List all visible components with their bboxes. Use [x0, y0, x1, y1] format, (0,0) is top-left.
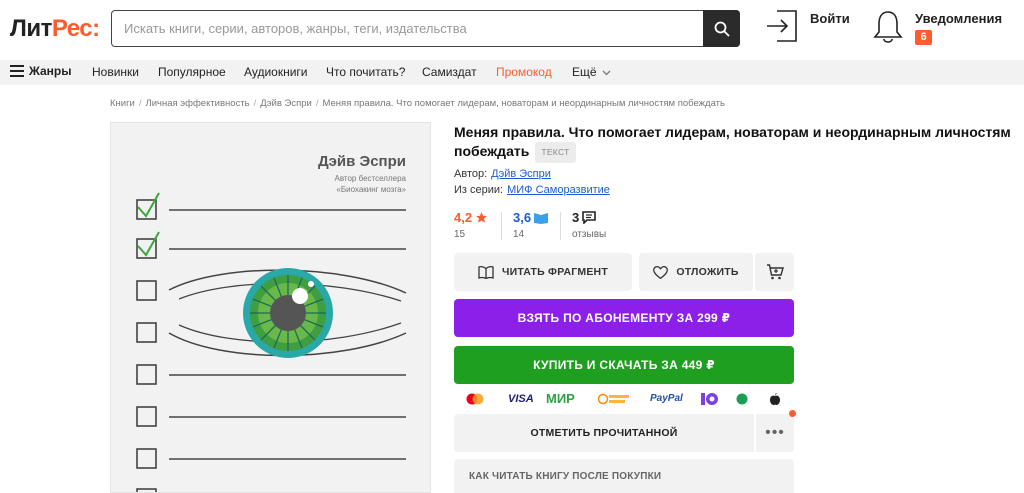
- breadcrumb-separator: /: [315, 98, 319, 109]
- breadcrumb-separator: /: [253, 98, 257, 109]
- heart-icon: [653, 265, 669, 279]
- notification-dot: [789, 410, 796, 417]
- add-to-cart-button[interactable]: [755, 253, 794, 291]
- buy-button[interactable]: КУПИТЬ И СКАЧАТЬ ЗА 449 ₽: [454, 346, 794, 384]
- read-fragment-label: ЧИТАТЬ ФРАГМЕНТ: [502, 266, 608, 278]
- nav-item-popular[interactable]: Популярное: [158, 65, 226, 79]
- breadcrumb-current: Меняя правила. Что помогает лидерам, нов…: [322, 98, 725, 109]
- notifications-label: Уведомления: [915, 11, 1003, 26]
- series-line: Из серии: МИФ Саморазвитие: [454, 184, 610, 196]
- nav-more-label: Ещё: [572, 65, 597, 79]
- nav-item-promocode[interactable]: Промокод: [496, 65, 552, 79]
- book-cover[interactable]: Дэйв Эспри Автор бестселлера «Биохакинг …: [110, 122, 431, 493]
- search-box: [111, 10, 740, 47]
- logo-text-part2: Рес:: [51, 15, 100, 42]
- reviews-count-value: 3: [572, 210, 580, 225]
- livelib-rating[interactable]: 3,6 14: [513, 210, 549, 242]
- search-icon: [714, 21, 729, 36]
- chevron-down-icon: [602, 70, 611, 76]
- nav-genres-label: Жанры: [29, 64, 72, 78]
- litres-rating-value: 4,2: [454, 210, 473, 225]
- breadcrumb: Книги / Личная эффективность / Дэйв Эспри / Ме…: [110, 98, 725, 109]
- breadcrumb-separator: /: [138, 98, 142, 109]
- nav-item-samizdat[interactable]: Самиздат: [422, 65, 477, 79]
- postpone-button[interactable]: ОТЛОЖИТЬ: [639, 253, 753, 291]
- subscription-button[interactable]: ВЗЯТЬ ПО АБОНЕМЕНТУ ЗА 299 ₽: [454, 299, 794, 337]
- book-type-badge: ТЕКСТ: [535, 142, 576, 163]
- series-link[interactable]: МИФ Саморазвитие: [507, 184, 610, 196]
- bell-icon: [873, 11, 903, 43]
- cart-icon: [766, 264, 784, 280]
- login-label: Войти: [810, 11, 850, 26]
- cover-illustration: [136, 192, 407, 492]
- main-nav: Жанры Новинки Популярное Аудиокниги Что …: [0, 60, 1024, 85]
- author-link[interactable]: Дэйв Эспри: [491, 168, 551, 180]
- litres-rating[interactable]: 4,2 15: [454, 210, 488, 242]
- more-options-button[interactable]: •••: [756, 414, 794, 452]
- mark-as-read-button[interactable]: ОТМЕТИТЬ ПРОЧИТАННОЙ: [454, 414, 754, 452]
- open-book-icon: [478, 265, 494, 279]
- author-label: Автор:: [454, 168, 488, 180]
- postpone-label: ОТЛОЖИТЬ: [676, 266, 739, 278]
- breadcrumb-item[interactable]: Личная эффективность: [146, 98, 250, 109]
- visa-icon: VISA: [508, 393, 534, 405]
- breadcrumb-item[interactable]: Дэйв Эспри: [260, 98, 312, 109]
- paypal-icon: PayPal: [650, 393, 683, 404]
- notifications-button[interactable]: Уведомления 6: [872, 8, 1022, 48]
- author-line: Автор: Дэйв Эспри: [454, 168, 551, 180]
- star-icon: [476, 212, 487, 223]
- nav-genres[interactable]: Жанры: [10, 64, 72, 78]
- login-button[interactable]: Войти: [765, 8, 850, 48]
- breadcrumb-item[interactable]: Книги: [110, 98, 135, 109]
- search-button[interactable]: [703, 10, 740, 47]
- litres-logo[interactable]: ЛитРес:: [10, 15, 100, 43]
- notifications-count-badge: 6: [915, 30, 932, 45]
- logo-text-part1: Лит: [10, 15, 52, 42]
- livelib-rating-value: 3,6: [513, 210, 532, 225]
- yoomoney-icon: [700, 392, 720, 406]
- login-icon: [767, 10, 797, 42]
- search-input[interactable]: [112, 11, 697, 46]
- mastercard-icon: [466, 393, 484, 405]
- header: ЛитРес: Войти Уведомления 6: [0, 0, 1024, 60]
- book-title: Меняя правила. Что помогает лидерам, нов…: [454, 123, 1014, 163]
- mir-icon: МИР: [546, 391, 575, 406]
- nav-item-new[interactable]: Новинки: [92, 65, 139, 79]
- nav-item-more[interactable]: Ещё: [572, 65, 611, 79]
- qiwi-icon: [598, 393, 629, 405]
- series-label: Из серии:: [454, 184, 504, 196]
- rating-divider: [501, 212, 502, 240]
- nav-item-audiobooks[interactable]: Аудиокниги: [244, 65, 308, 79]
- nav-item-what-to-read[interactable]: Что почитать?: [326, 65, 405, 79]
- reviews-label: отзывы: [572, 229, 607, 240]
- comment-icon: [582, 211, 597, 224]
- rating-divider: [560, 212, 561, 240]
- hamburger-icon: [10, 65, 24, 77]
- livelib-book-icon: [534, 212, 549, 224]
- read-fragment-button[interactable]: ЧИТАТЬ ФРАГМЕНТ: [454, 253, 632, 291]
- livelib-rating-count: 14: [513, 229, 525, 240]
- sber-pay-icon: [736, 393, 748, 405]
- litres-rating-count: 15: [454, 229, 466, 240]
- apple-icon: [770, 393, 780, 405]
- reviews-count[interactable]: 3 отзывы: [572, 210, 606, 242]
- how-to-read-button[interactable]: КАК ЧИТАТЬ КНИГУ ПОСЛЕ ПОКУПКИ: [454, 459, 794, 493]
